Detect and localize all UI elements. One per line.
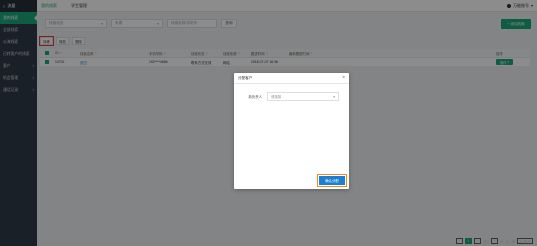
dialog-header: 分配客户 × <box>234 73 349 84</box>
owner-field-row: 新负责人 请选择 ▾ <box>234 92 349 101</box>
owner-label: 新负责人 <box>248 95 262 99</box>
assign-customer-dialog: 分配客户 × 新负责人 请选择 ▾ 确认分配 <box>234 73 349 189</box>
owner-select[interactable]: 请选择 ▾ <box>267 92 339 101</box>
select-placeholder: 请选择 <box>271 95 282 99</box>
confirm-assign-button[interactable]: 确认分配 <box>317 174 347 187</box>
close-icon[interactable]: × <box>342 75 345 81</box>
dialog-title: 分配客户 <box>238 75 253 80</box>
chevron-down-icon: ▾ <box>333 94 335 99</box>
